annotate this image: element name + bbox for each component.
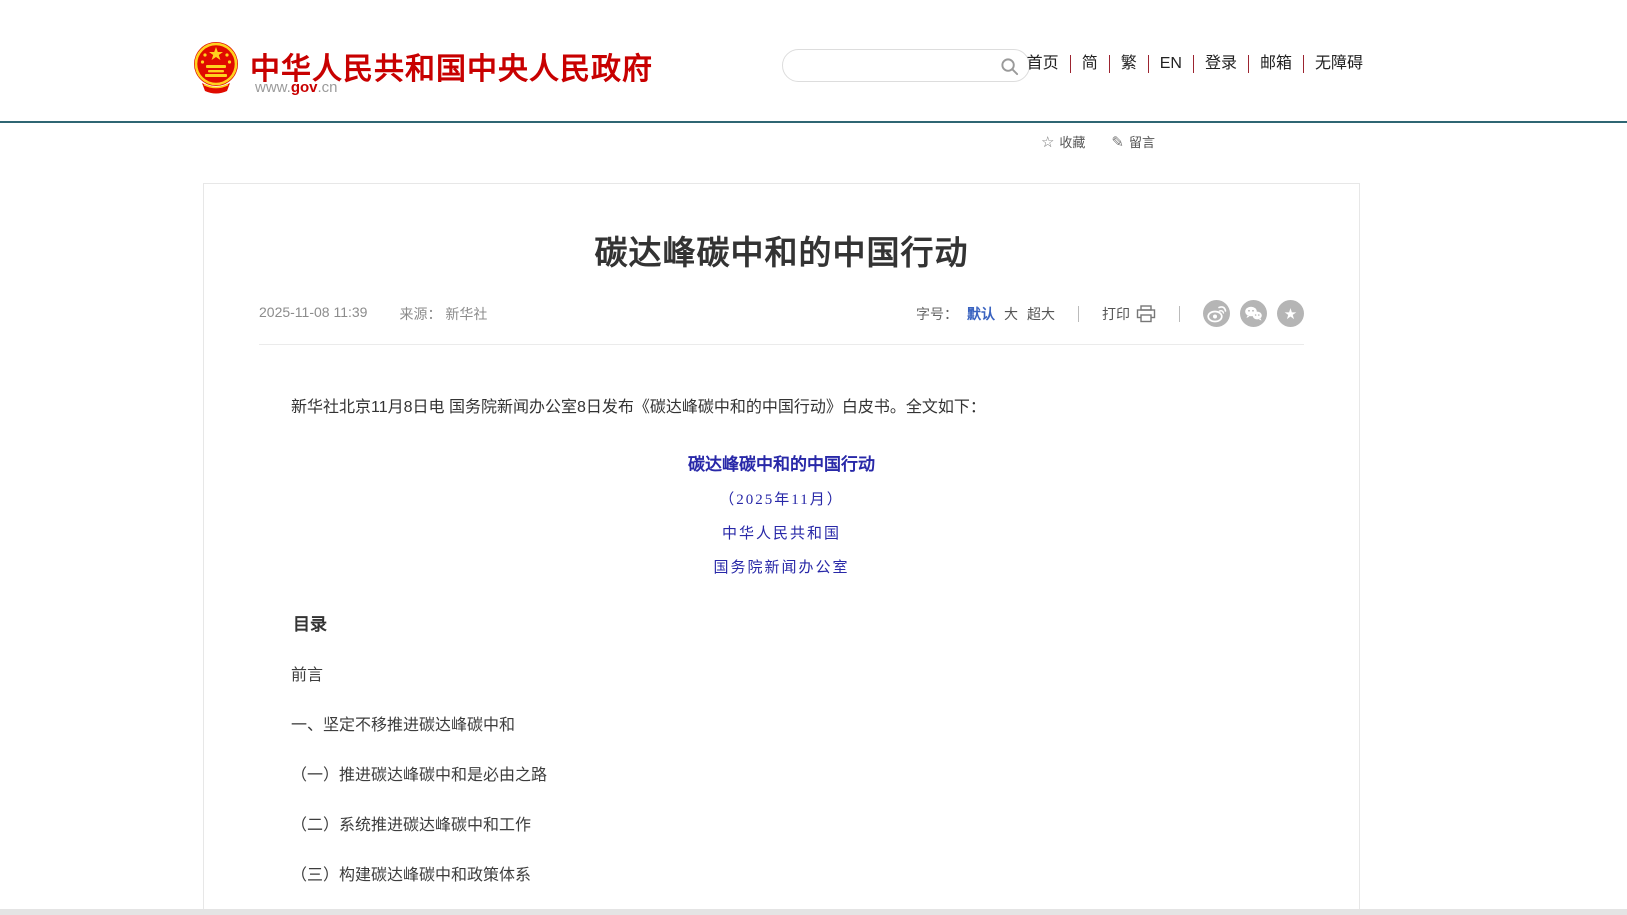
toc-item: 前言 [259,661,1304,685]
meta-separator [1179,306,1180,322]
nav-mailbox[interactable]: 邮箱 [1248,55,1303,73]
toc-item: （一）推进碳达峰碳中和是必由之路 [259,761,1304,785]
printer-icon [1136,305,1156,323]
meta-divider-line [259,344,1304,345]
document-date: （2025年11月） [259,488,1304,509]
nav-simplified-chinese[interactable]: 简 [1070,55,1109,73]
favorite-button[interactable]: ☆ 收藏 [1041,132,1085,151]
nav-accessibility[interactable]: 无障碍 [1303,55,1374,73]
star-icon: ★ [1284,305,1297,323]
article-title: 碳达峰碳中和的中国行动 [204,226,1359,274]
bottom-strip [0,909,1627,915]
national-emblem-icon [192,40,240,94]
nav-login[interactable]: 登录 [1193,55,1248,73]
site-url-www: www. [255,79,291,96]
top-nav: 首页 简 繁 EN 登录 邮箱 无障碍 [1016,55,1374,73]
pen-icon: ✎ [1111,133,1124,151]
comment-button[interactable]: ✎ 留言 [1111,132,1155,151]
document-org-line1: 中华人民共和国 [259,522,1304,543]
font-size-large-button[interactable]: 大 [1004,304,1018,324]
article-meta-right: 字号： 默认 大 超大 打印 [916,300,1304,327]
toc-item: （二）系统推进碳达峰碳中和工作 [259,811,1304,835]
print-button[interactable]: 打印 [1102,304,1156,324]
toc-item: 一、坚定不移推进碳达峰碳中和 [259,711,1304,735]
article-body: 新华社北京11月8日电 国务院新闻办公室8日发布《碳达峰碳中和的中国行动》白皮书… [259,395,1304,915]
favorite-share-button[interactable]: ★ [1277,300,1304,327]
nav-home[interactable]: 首页 [1016,55,1070,73]
star-outline-icon: ☆ [1041,133,1054,151]
article-meta-left: 2025-11-08 11:39 来源： 新华社 [259,304,487,324]
meta-separator [1078,306,1079,322]
favorite-label: 收藏 [1059,132,1085,151]
article-action-row: ☆ 收藏 ✎ 留言 [1041,132,1155,151]
wechat-icon [1240,300,1267,327]
search-box [782,49,1030,82]
font-size-label: 字号： [916,304,958,324]
site-url: www.gov.cn [255,79,338,96]
page: 中华人民共和国中央人民政府 www.gov.cn 首页 简 繁 EN 登录 邮箱… [0,0,1627,915]
nav-english[interactable]: EN [1148,55,1193,73]
article-date: 2025-11-08 11:39 [259,304,367,324]
comment-label: 留言 [1129,132,1155,151]
print-label: 打印 [1102,304,1130,324]
article-source: 来源： 新华社 [399,304,487,324]
article-panel: 碳达峰碳中和的中国行动 2025-11-08 11:39 来源： 新华社 字号：… [203,183,1360,915]
toc-item: （三）构建碳达峰碳中和政策体系 [259,861,1304,885]
wechat-share-button[interactable] [1240,300,1267,327]
weibo-share-button[interactable] [1203,300,1230,327]
document-org-line2: 国务院新闻办公室 [259,556,1304,577]
font-size-xlarge-button[interactable]: 超大 [1027,304,1055,324]
lead-paragraph: 新华社北京11月8日电 国务院新闻办公室8日发布《碳达峰碳中和的中国行动》白皮书… [259,395,1304,421]
font-size-default-button[interactable]: 默认 [967,304,995,324]
toc-title: 目录 [259,610,1304,635]
search-input[interactable] [799,51,994,80]
share-icons: ★ [1203,300,1304,327]
site-url-cn: .cn [318,79,338,96]
header-divider-line [0,121,1627,123]
nav-traditional-chinese[interactable]: 繁 [1109,55,1148,73]
site-url-gov: gov [291,79,318,96]
document-title: 碳达峰碳中和的中国行动 [259,450,1304,475]
site-header: 中华人民共和国中央人民政府 www.gov.cn 首页 简 繁 EN 登录 邮箱… [0,0,1627,122]
weibo-icon [1203,300,1230,327]
article-meta: 2025-11-08 11:39 来源： 新华社 字号： 默认 大 超大 打印 [259,300,1304,327]
